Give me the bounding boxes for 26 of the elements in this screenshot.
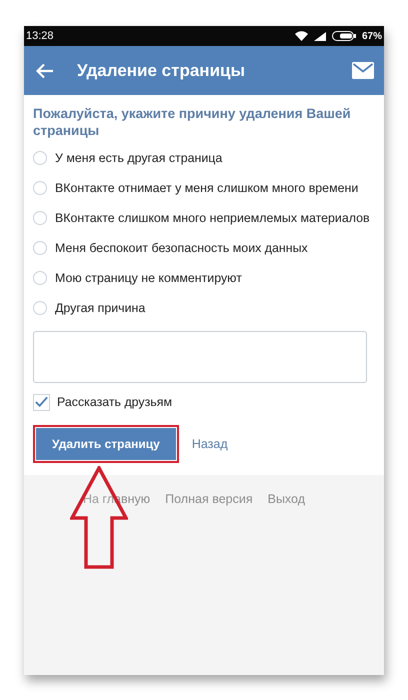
reason-label[interactable]: ВКонтакте слишком много неприемлемых материалов: [55, 211, 370, 225]
reason-label[interactable]: Мою страницу не комментируют: [55, 271, 242, 285]
radio-button[interactable]: [33, 181, 47, 195]
delete-page-button[interactable]: Удалить страницу: [36, 428, 176, 460]
comment-field[interactable]: [33, 331, 367, 383]
checkbox[interactable]: [33, 394, 50, 410]
radio-button[interactable]: [33, 211, 47, 225]
signal-icon: [314, 32, 326, 40]
battery-percent: 67%: [362, 30, 382, 42]
back-arrow-icon[interactable]: [36, 62, 54, 78]
radio-button[interactable]: [33, 301, 47, 315]
page-title: Удаление страницы: [77, 60, 246, 80]
back-link[interactable]: Назад: [192, 437, 228, 451]
reason-label[interactable]: Другая причина: [55, 301, 146, 315]
reason-label[interactable]: Меня беспокоит безопасность моих данных: [55, 241, 308, 255]
battery-icon: [332, 31, 356, 41]
form-prompt: Пожалуйста, укажите причину удаления Вашей страницы: [33, 105, 352, 139]
wifi-icon: [294, 31, 308, 41]
reason-label[interactable]: ВКонтакте отнимает у меня слишком много времени: [55, 181, 358, 195]
status-time: 13:28: [26, 30, 54, 42]
radio-button[interactable]: [33, 241, 47, 255]
reason-label[interactable]: У меня есть другая страница: [55, 151, 222, 165]
checkbox-label[interactable]: Рассказать друзьям: [57, 395, 172, 409]
radio-button[interactable]: [33, 151, 47, 165]
envelope-icon[interactable]: [352, 62, 374, 79]
radio-button[interactable]: [33, 271, 47, 285]
